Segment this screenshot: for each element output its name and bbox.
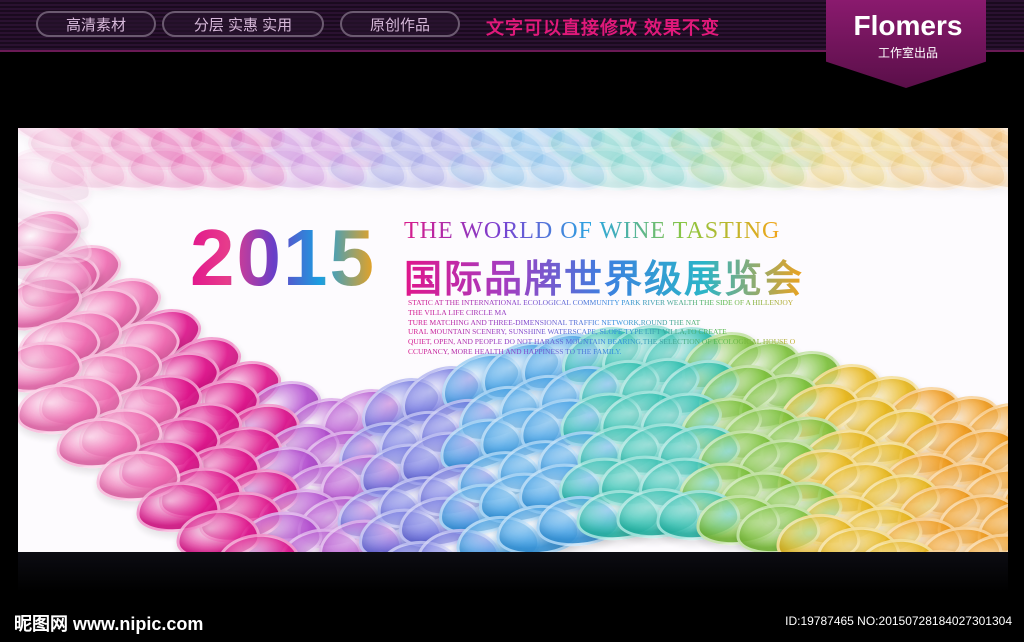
banner-floor-shadow [18,552,1008,592]
tag-original: 原创作品 [340,11,460,37]
logo-name: Flomers [853,10,963,41]
description-line: QUIET, OPEN, AND PEOPLE DO NOT HARASS MO… [408,337,796,347]
footer-site-watermark: 昵图网 www.nipic.com [14,614,204,634]
headline-chinese: 国际品牌世界级展览会 [404,248,804,303]
tag-layered: 分层 实惠 实用 [162,11,324,37]
header-slogan: 文字可以直接修改 效果不变 [486,18,720,38]
description-line: URAL MOUNTAIN SCENERY, SUNSHINE WATERSCA… [408,327,727,337]
description-line: TURE MATCHING AND THREE-DIMENSIONAL TRAF… [408,317,701,327]
footer-id: ID:19787465 NO:20150728184027301304 [785,614,1012,628]
tag-hd-material: 高清素材 [36,11,156,37]
headline-year: 2015 [190,213,376,302]
description-line: THE VILLA LIFE CIRCLE MA [408,307,507,317]
description-line: STATIC AT THE INTERNATIONAL ECOLOGICAL C… [408,298,794,307]
description-block: STATIC AT THE INTERNATIONAL ECOLOGICAL C… [408,298,828,357]
description-line: CCUPANCY, MORE HEALTH AND HAPPINESS TO T… [408,346,622,356]
logo-subtitle: 工作室出品 [877,46,938,60]
headline-english: THE WORLD OF WINE TASTING [404,218,781,244]
